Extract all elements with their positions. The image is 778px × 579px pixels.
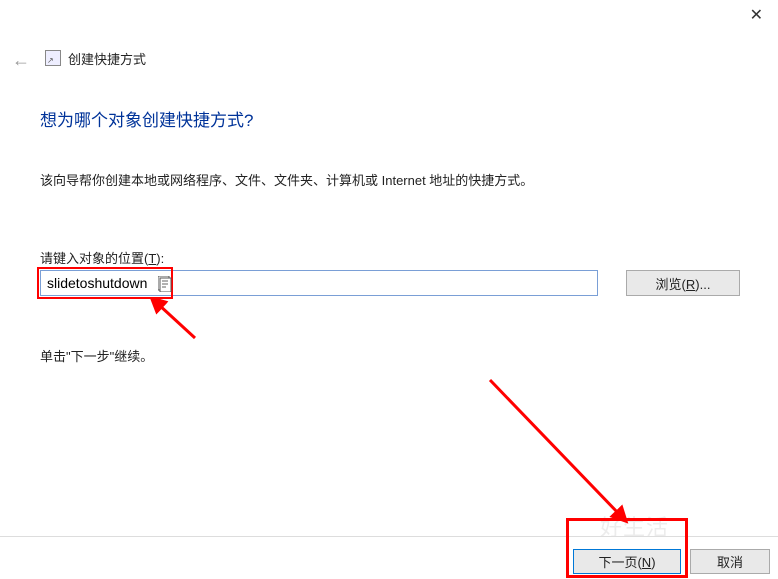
- watermark: 好生活: [600, 510, 669, 542]
- next-button[interactable]: 下一页(N): [573, 549, 681, 574]
- footer-divider: [0, 536, 778, 537]
- annotation-arrow-next: [480, 370, 680, 550]
- description-text: 该向导帮你创建本地或网络程序、文件、文件夹、计算机或 Internet 地址的快…: [40, 170, 533, 189]
- location-input-label: 请键入对象的位置(T):: [40, 248, 164, 267]
- browse-button[interactable]: 浏览(R)...: [626, 270, 740, 296]
- next-prefix: 下一页(: [598, 555, 641, 570]
- label-suffix: ):: [156, 251, 164, 266]
- next-hotkey: N: [642, 555, 651, 570]
- location-input[interactable]: [40, 270, 598, 296]
- page-heading: 想为哪个对象创建快捷方式?: [40, 106, 253, 131]
- shortcut-wizard-icon: ↗: [45, 50, 61, 66]
- close-button[interactable]: ✕: [750, 8, 763, 24]
- label-prefix: 请键入对象的位置(: [40, 251, 148, 266]
- wizard-title: 创建快捷方式: [68, 49, 146, 68]
- annotation-arrow-input: [150, 298, 210, 348]
- next-suffix: ): [651, 555, 655, 570]
- continue-instruction: 单击"下一步"继续。: [40, 346, 153, 365]
- back-button[interactable]: ←: [12, 50, 30, 71]
- browse-prefix: 浏览(: [656, 277, 686, 292]
- browse-hotkey: R: [686, 277, 695, 292]
- cancel-button[interactable]: 取消: [690, 549, 770, 574]
- browse-suffix: )...: [695, 277, 710, 292]
